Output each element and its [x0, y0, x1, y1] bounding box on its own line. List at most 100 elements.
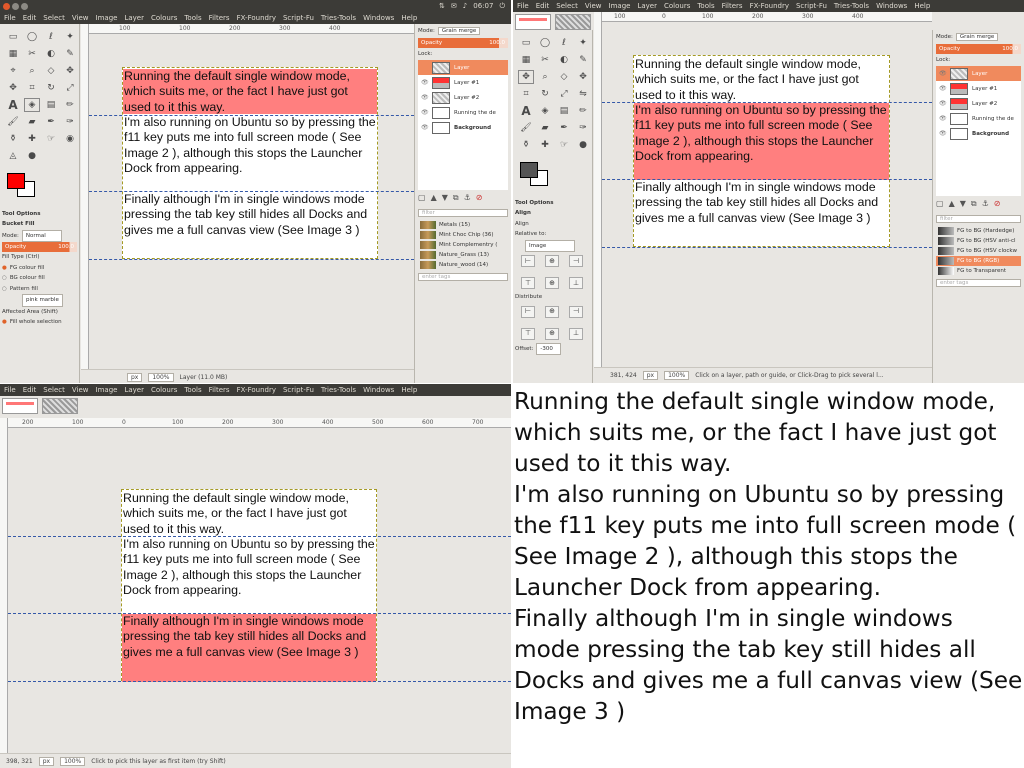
menu-script-fu[interactable]: Script-Fu — [283, 386, 314, 394]
guide-3[interactable] — [602, 247, 932, 248]
distribute-center-icon[interactable]: ⊕ — [545, 305, 559, 318]
distribute-left-icon[interactable]: ⊢ — [521, 305, 535, 318]
menu-select[interactable]: Select — [556, 2, 578, 10]
list-item[interactable]: FG to BG (RGB) — [936, 256, 1021, 266]
zoom-icon[interactable]: ⌕ — [24, 64, 40, 78]
heal-icon[interactable]: ✚ — [537, 138, 553, 152]
new-layer-icon[interactable]: ▢ — [418, 193, 426, 203]
menu-layer[interactable]: Layer — [124, 14, 144, 22]
fill-whole-radio[interactable]: Fill whole selection — [2, 317, 77, 327]
pencil-icon[interactable]: ✏ — [62, 98, 78, 112]
close-window-icon[interactable] — [3, 2, 10, 10]
paths-icon[interactable]: ✎ — [575, 53, 591, 67]
color-select-icon[interactable]: ▦ — [518, 53, 534, 67]
layer-row[interactable]: 👁 Layer #1 — [418, 75, 508, 90]
distribute-bottom-icon[interactable]: ⊥ — [569, 327, 583, 340]
rotate-icon[interactable]: ↻ — [43, 81, 59, 95]
text-icon[interactable]: A — [5, 98, 21, 112]
opacity-slider[interactable]: Opacity 100.0 — [2, 242, 77, 253]
menu-image[interactable]: Image — [96, 386, 118, 394]
image-tab[interactable] — [555, 14, 591, 30]
power-icon[interactable]: ⏻ — [499, 2, 505, 11]
menu-colours[interactable]: Colours — [151, 14, 177, 22]
move-icon[interactable]: ✥ — [62, 64, 78, 78]
menu-image[interactable]: Image — [96, 14, 118, 22]
move-icon[interactable]: ✥ — [575, 70, 591, 84]
fuzzy-select-icon[interactable]: ✦ — [62, 30, 78, 44]
guide-2[interactable] — [602, 179, 932, 180]
layer-row[interactable]: 👁 Background — [418, 120, 508, 135]
canvas-area[interactable]: 100 100 200 300 400 Running the default … — [81, 24, 414, 369]
align-center-icon[interactable]: ⊕ — [545, 255, 559, 268]
horizontal-ruler[interactable]: 100 100 200 300 400 — [89, 24, 414, 34]
units-select[interactable]: px — [38, 756, 55, 766]
menu-view[interactable]: View — [72, 14, 89, 22]
clone-icon[interactable]: ⚱ — [5, 132, 21, 146]
menu-script-fu[interactable]: Script-Fu — [283, 14, 314, 22]
fg-bg-colors[interactable] — [518, 160, 587, 194]
airbrush-icon[interactable]: ✒ — [43, 115, 59, 129]
layer-row[interactable]: 👁 Layer #1 — [936, 81, 1021, 96]
dodge-icon[interactable]: ◉ — [62, 132, 78, 146]
anchor-icon[interactable]: ⚓ — [982, 199, 989, 209]
duplicate-icon[interactable]: ⧉ — [453, 193, 459, 203]
eye-icon[interactable]: 👁 — [939, 130, 947, 137]
anchor-icon[interactable]: ⚓ — [464, 193, 471, 203]
rect-select-icon[interactable]: ▭ — [5, 30, 21, 44]
paintbrush-icon[interactable]: 🖌 — [518, 121, 534, 135]
menu-tools[interactable]: Tools — [697, 2, 714, 10]
image-tab[interactable] — [2, 398, 38, 414]
foreground-select-icon[interactable]: ◐ — [556, 53, 572, 67]
fuzzy-select-icon[interactable]: ✦ — [575, 36, 591, 50]
layer-mode-dropdown[interactable]: Grain merge — [955, 33, 999, 41]
menu-help[interactable]: Help — [401, 386, 417, 394]
guide-1[interactable] — [602, 102, 932, 103]
image-tab[interactable] — [515, 14, 551, 30]
pattern-selector[interactable]: pink marble — [22, 294, 63, 307]
tags-input[interactable]: enter tags — [418, 273, 508, 281]
network-icon[interactable]: ⇅ — [439, 2, 445, 10]
menu-image[interactable]: Image — [609, 2, 631, 10]
list-item[interactable]: FG to BG (HSV anti-cl — [936, 236, 1021, 246]
measure-icon[interactable]: ◇ — [43, 64, 59, 78]
list-item[interactable]: Nature_Grass (13) — [418, 250, 508, 260]
list-item[interactable]: FG to BG (HSV clockw — [936, 246, 1021, 256]
lower-icon[interactable]: ▼ — [960, 199, 966, 209]
scale-icon[interactable]: ⤢ — [556, 87, 572, 101]
eye-icon[interactable]: 👁 — [939, 85, 947, 92]
airbrush-icon[interactable]: ✒ — [556, 121, 572, 135]
menu-fx-foundry[interactable]: FX-Foundry — [237, 386, 276, 394]
align-top-icon[interactable]: ⊤ — [521, 277, 535, 290]
blur-icon[interactable]: ● — [24, 149, 40, 163]
volume-icon[interactable]: ♪ — [463, 2, 467, 10]
rect-select-icon[interactable]: ▭ — [518, 36, 534, 50]
guide-2[interactable] — [8, 613, 511, 614]
ink-icon[interactable]: ✑ — [575, 121, 591, 135]
list-item[interactable]: Metals (15) — [418, 220, 508, 230]
lower-icon[interactable]: ▼ — [442, 193, 448, 203]
fg-bg-colors[interactable] — [5, 171, 74, 205]
minimize-window-icon[interactable] — [12, 2, 19, 10]
menu-view[interactable]: View — [585, 2, 602, 10]
pattern-fill-radio[interactable]: Pattern fill — [2, 284, 77, 294]
clone-icon[interactable]: ⚱ — [518, 138, 534, 152]
measure-icon[interactable]: ◇ — [556, 70, 572, 84]
menu-windows[interactable]: Windows — [363, 14, 394, 22]
scissors-icon[interactable]: ✂ — [537, 53, 553, 67]
tags-input[interactable]: enter tags — [936, 279, 1021, 287]
raise-icon[interactable]: ▲ — [431, 193, 437, 203]
menu-view[interactable]: View — [72, 386, 89, 394]
guide-3[interactable] — [8, 681, 511, 682]
layer-mode-dropdown[interactable]: Grain merge — [437, 27, 481, 35]
rotate-icon[interactable]: ↻ — [537, 87, 553, 101]
blend-icon[interactable]: ▤ — [43, 98, 59, 112]
canvas-document[interactable]: Running the default single window mode, … — [633, 55, 890, 247]
gradient-filter-input[interactable]: filter — [936, 215, 1021, 223]
layer-opacity-slider[interactable]: Opacity 100.0 — [936, 44, 1021, 54]
duplicate-icon[interactable]: ⧉ — [971, 199, 977, 209]
perspective-clone-icon[interactable]: ◬ — [5, 149, 21, 163]
maximize-window-icon[interactable] — [21, 2, 28, 10]
units-select[interactable]: px — [127, 372, 143, 382]
eraser-icon[interactable]: ▰ — [24, 115, 40, 129]
smudge-icon[interactable]: ☞ — [43, 132, 59, 146]
